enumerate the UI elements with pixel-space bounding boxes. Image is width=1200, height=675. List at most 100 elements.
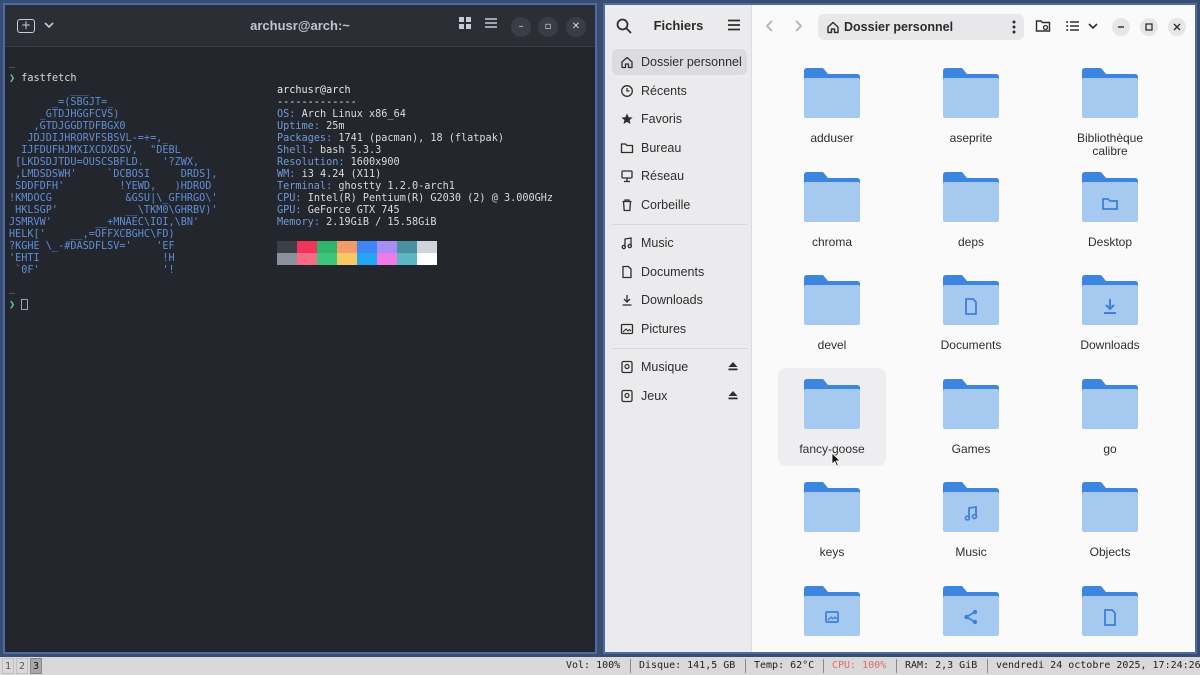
file-manager-window[interactable]: Fichiers Dossier personnel Récents Favoris… — [603, 3, 1197, 654]
location-bar[interactable]: Dossier personnel — [818, 14, 1024, 40]
folder-item[interactable]: deps — [917, 161, 1025, 259]
info-line: Memory: 2.19GiB / 15.58GiB — [277, 217, 437, 228]
sidebar-item-bureau[interactable]: Bureau — [612, 135, 747, 161]
folder-item[interactable]: chroma — [778, 161, 886, 259]
close-icon[interactable]: ✕ — [566, 17, 586, 37]
sidebar-item-documents[interactable]: Documents — [612, 259, 747, 285]
info-line: CPU: Intel(R) Pentium(R) G2030 (2) @ 3.0… — [277, 193, 554, 204]
maximize-icon[interactable] — [1140, 18, 1158, 36]
close-icon[interactable] — [1168, 18, 1186, 36]
temperature-status: Temp: 62°C — [754, 660, 815, 671]
info-label: Terminal — [277, 181, 327, 192]
chevron-down-icon[interactable] — [1085, 18, 1101, 34]
terminal-window[interactable]: + archusr@arch:~ – ▫ ✕ _ ❯ fastfetch ___… — [3, 3, 597, 654]
folder-item[interactable] — [1056, 575, 1164, 653]
info-label: Uptime — [277, 121, 314, 132]
folder-item[interactable]: go — [1056, 368, 1164, 466]
file-view[interactable]: Dossier personnel adduser aseprite Bibliot… — [752, 5, 1195, 652]
folder-item[interactable]: fancy-goose — [778, 367, 886, 466]
workspace-button[interactable]: 1 — [2, 658, 14, 674]
hamburger-menu-icon[interactable] — [726, 17, 742, 33]
sidebar-item-favoris[interactable]: Favoris — [612, 106, 747, 132]
info-line: WM: i3 4.24 (X11) — [277, 169, 382, 180]
folder-item[interactable]: devel — [778, 264, 886, 362]
more-options-icon[interactable] — [1010, 19, 1018, 35]
folder-item[interactable]: keys — [778, 471, 886, 569]
sidebar-header: Fichiers — [605, 5, 751, 49]
folder-name: adduser — [810, 131, 854, 145]
list-view-icon[interactable] — [1065, 18, 1081, 34]
folder-name: chroma — [811, 234, 852, 249]
cpu-status: CPU: 100% — [832, 660, 887, 671]
info-line: Packages: 1741 (pacman), 18 (flatpak) — [277, 133, 504, 144]
sidebar-item-music[interactable]: Music — [612, 230, 747, 256]
folder-icon — [804, 585, 860, 636]
terminal-output[interactable]: _ ❯ fastfetch ___ _=(SBGJT=_ _GTDJHGGFCV… — [9, 53, 595, 652]
sidebar-item-jeux[interactable]: Jeux — [612, 383, 747, 409]
workspace-button[interactable]: 3 — [30, 658, 42, 674]
sidebar-item-r-cents[interactable]: Récents — [612, 78, 747, 104]
sidebar-item-dossier-personnel[interactable]: Dossier personnel — [612, 49, 747, 75]
folder-icon — [943, 482, 999, 532]
ascii-art-line: IJFDUFHJMXIXCDXDSV, "DEBL — [9, 145, 181, 156]
color-swatch — [337, 253, 357, 265]
color-swatch — [417, 241, 437, 253]
folder-icon — [804, 171, 860, 222]
sidebar-divider — [612, 224, 747, 225]
info-value: Intel(R) Pentium(R) G2030 (2) @ 3.000GHz — [307, 193, 554, 204]
info-value: i3 4.24 (X11) — [301, 169, 382, 180]
folder-icon — [804, 482, 860, 532]
sidebar-item-pictures[interactable]: Pictures — [612, 316, 747, 342]
folder-item[interactable]: Documents — [917, 264, 1025, 362]
eject-icon[interactable] — [727, 360, 739, 372]
sidebar-item-downloads[interactable]: Downloads — [612, 287, 747, 313]
ascii-art-line: SDDFDFH' !YEWD, )HDROD — [9, 181, 212, 192]
color-swatch — [357, 253, 377, 265]
folder-item[interactable]: Games — [917, 368, 1025, 466]
hamburger-menu-icon[interactable] — [482, 16, 500, 36]
folder-item[interactable]: Objects — [1056, 471, 1164, 569]
folder-icon — [804, 275, 860, 325]
workspace-button[interactable]: 2 — [16, 658, 28, 674]
info-line: Resolution: 1600x900 — [277, 157, 400, 168]
folder-item[interactable]: Bibliothèque calibre — [1056, 57, 1164, 158]
new-folder-search-icon[interactable] — [1035, 18, 1051, 34]
sidebar-item-r-seau[interactable]: Réseau — [612, 163, 747, 189]
info-line: Shell: bash 5.3.3 — [277, 145, 382, 156]
blank-prompt-line: _ — [9, 57, 16, 68]
ram-status: RAM: 2,3 GiB — [905, 660, 978, 671]
minimize-icon[interactable]: – — [511, 17, 531, 37]
folder-icon — [1082, 171, 1138, 222]
folder-item[interactable] — [917, 575, 1025, 653]
tab-overview-icon[interactable] — [456, 16, 474, 36]
folder-name: go — [1103, 441, 1117, 456]
active-prompt[interactable]: ❯ — [9, 299, 29, 312]
terminal-header-bar: + archusr@arch:~ – ▫ ✕ — [5, 5, 595, 47]
folder-icon — [943, 171, 999, 222]
folder-item[interactable]: adduser — [778, 57, 886, 155]
folder-item[interactable]: aseprite — [917, 57, 1025, 155]
info-line: Terminal: ghostty 1.2.0-arch1 — [277, 181, 455, 192]
folder-item[interactable]: Downloads — [1056, 264, 1164, 362]
info-value: Arch Linux x86_64 — [301, 109, 406, 120]
back-icon[interactable] — [762, 18, 778, 34]
folder-icon — [943, 585, 999, 636]
music-icon — [621, 237, 633, 250]
maximize-icon[interactable]: ▫ — [538, 17, 558, 37]
info-label: Resolution — [277, 157, 339, 168]
color-swatch — [357, 241, 377, 253]
eject-icon[interactable] — [727, 389, 739, 401]
folder-name: deps — [957, 234, 985, 249]
location-label: Dossier personnel — [844, 20, 954, 34]
minimize-icon[interactable] — [1112, 18, 1130, 36]
info-label: WM — [277, 169, 290, 180]
sidebar-item-musique[interactable]: Musique — [612, 354, 747, 380]
folder-name: Games — [951, 441, 991, 456]
folder-name: Desktop — [1087, 234, 1133, 249]
folder-item[interactable]: Desktop — [1056, 161, 1164, 259]
sidebar-item-corbeille[interactable]: Corbeille — [612, 192, 747, 218]
forward-icon[interactable] — [790, 18, 806, 34]
info-value: 1741 (pacman), 18 (flatpak) — [338, 133, 504, 144]
folder-item[interactable] — [778, 575, 886, 653]
folder-item[interactable]: Music — [917, 471, 1025, 569]
